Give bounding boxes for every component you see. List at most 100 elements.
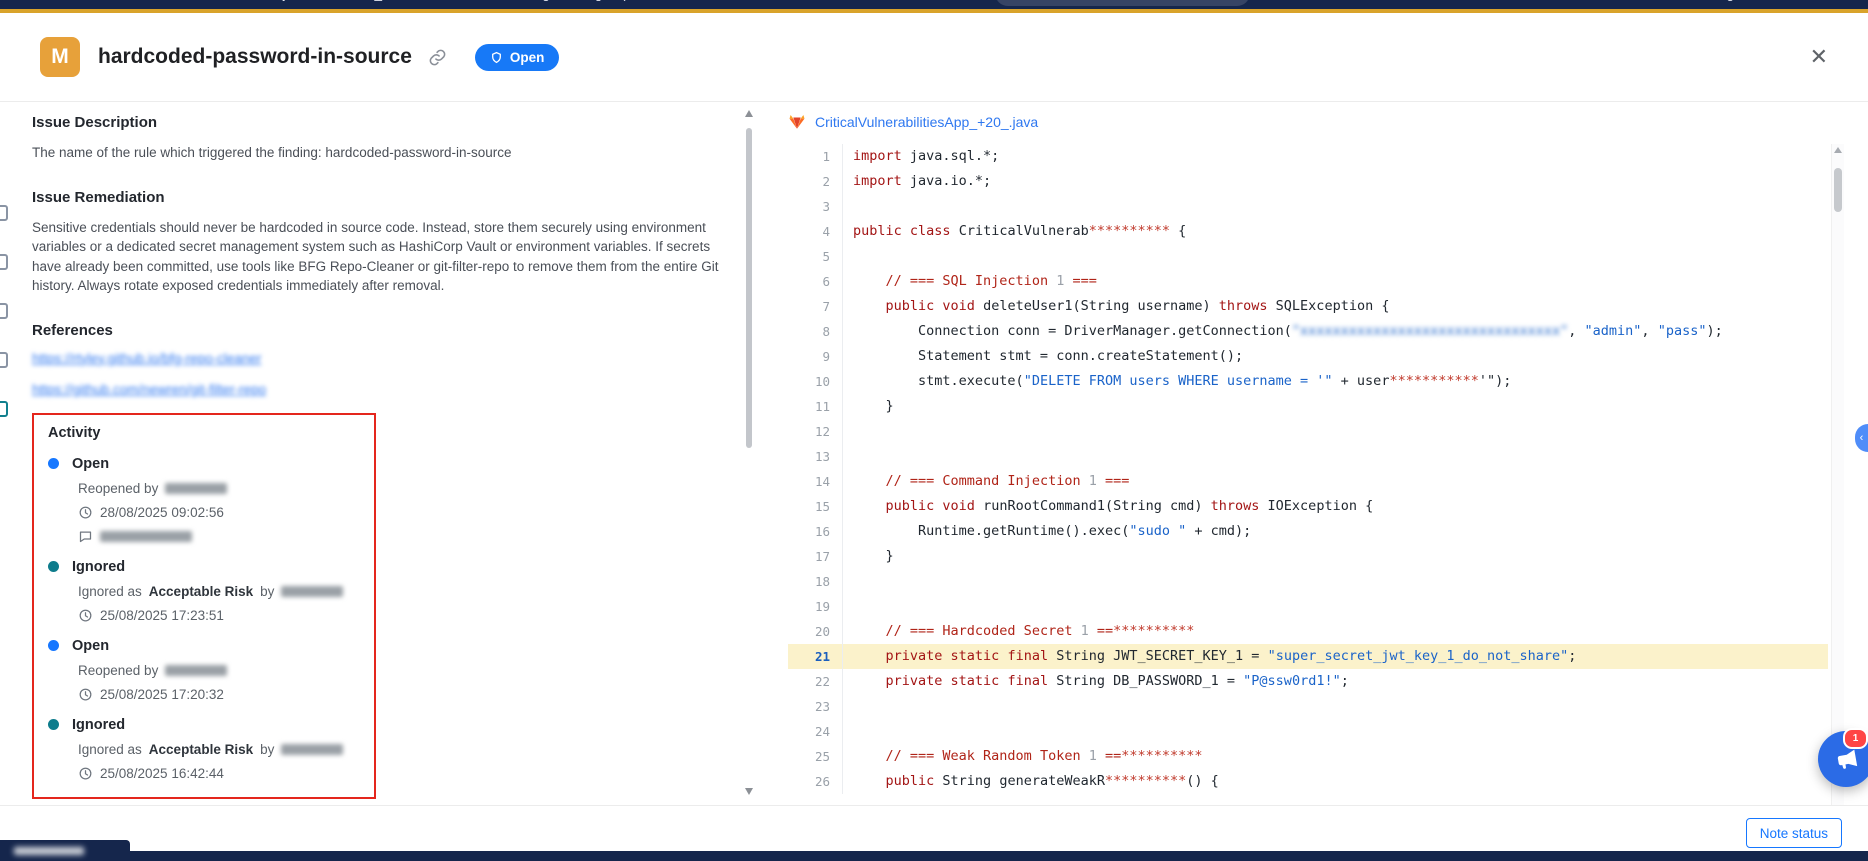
references-heading: References: [32, 322, 738, 339]
line-number[interactable]: 15: [788, 494, 842, 519]
code-text: [842, 694, 1828, 719]
shield-icon: [490, 51, 503, 64]
code-line: 21 private static final String JWT_SECRE…: [788, 644, 1828, 669]
code-text: public void runRootCommand1(String cmd) …: [842, 494, 1828, 519]
line-number[interactable]: 19: [788, 594, 842, 619]
code-text: }: [842, 544, 1828, 569]
notification-badge: 1: [1843, 728, 1868, 749]
code-line: 19: [788, 594, 1828, 619]
scroll-up-arrow[interactable]: [1834, 147, 1842, 153]
left-scrollbar-thumb[interactable]: [746, 128, 752, 448]
line-number[interactable]: 17: [788, 544, 842, 569]
line-number[interactable]: 2: [788, 169, 842, 194]
sidebar-icon-security[interactable]: [0, 401, 8, 417]
tenant-selector[interactable]: Tenant: XPLAT.DEV.TEST.ORG▾: [1357, 0, 1558, 9]
line-number[interactable]: 21: [788, 644, 842, 669]
code-filename-link[interactable]: CriticalVulnerabilitiesApp_+20_.java: [815, 114, 1038, 130]
search-input[interactable]: Search: [995, 0, 1250, 6]
code-line: 23: [788, 694, 1828, 719]
brand-logo[interactable]: FPT CLOUD: [52, 0, 154, 9]
issue-remediation-heading: Issue Remediation: [32, 189, 738, 206]
bottom-toast: [0, 840, 130, 861]
issue-description-heading: Issue Description: [32, 114, 738, 131]
activity-status-label: Open: [72, 638, 109, 654]
line-number[interactable]: 8: [788, 319, 842, 344]
side-drawer-handle[interactable]: ‹: [1855, 424, 1868, 452]
line-number[interactable]: 10: [788, 369, 842, 394]
line-number[interactable]: 23: [788, 694, 842, 719]
line-number[interactable]: 24: [788, 719, 842, 744]
search-placeholder: Search: [1028, 0, 1071, 1]
status-dot: [48, 561, 59, 572]
sidebar-icon[interactable]: [0, 303, 8, 319]
clock-icon: [78, 505, 93, 520]
line-number[interactable]: 9: [788, 344, 842, 369]
clock-icon: [78, 687, 93, 702]
line-number[interactable]: 1: [788, 144, 842, 169]
line-number[interactable]: 6: [788, 269, 842, 294]
divider: [0, 805, 1868, 806]
reference-link[interactable]: https://rtyley.github.io/bfg-repo-cleane…: [32, 351, 261, 366]
scroll-up-arrow[interactable]: [745, 110, 753, 117]
navbar-close-icon[interactable]: ✕: [20, 0, 32, 9]
code-text: stmt.execute("DELETE FROM users WHERE us…: [842, 369, 1828, 394]
redacted-user: [281, 744, 343, 755]
line-number[interactable]: 13: [788, 444, 842, 469]
code-text: [842, 569, 1828, 594]
line-number[interactable]: 12: [788, 419, 842, 444]
code-viewer-panel: CriticalVulnerabilitiesApp_+20_.java 1im…: [788, 108, 1844, 805]
line-number[interactable]: 18: [788, 569, 842, 594]
copy-link-icon[interactable]: [428, 48, 447, 67]
scroll-down-arrow[interactable]: [745, 788, 753, 795]
code-line: 11 }: [788, 394, 1828, 419]
line-number[interactable]: 14: [788, 469, 842, 494]
code-text: // === Hardcoded Secret 1 ==**********: [842, 619, 1828, 644]
activity-action-text: Reopened by: [78, 663, 158, 678]
activity-status-label: Open: [72, 456, 109, 472]
region-selector[interactable]: Region: Saigon (Vietn...▾: [525, 0, 678, 9]
activity-timestamp: 28/08/2025 09:02:56: [100, 505, 224, 520]
sidebar-icon[interactable]: [0, 254, 8, 270]
code-text: Statement stmt = conn.createStatement();: [842, 344, 1828, 369]
line-number[interactable]: 7: [788, 294, 842, 319]
line-number[interactable]: 4: [788, 219, 842, 244]
code-text: import java.io.*;: [842, 169, 1828, 194]
code-line: 7 public void deleteUser1(String usernam…: [788, 294, 1828, 319]
project-selector[interactable]: Project: PROJECT_XPL...▾: [262, 0, 430, 9]
code-line: 9 Statement stmt = conn.createStatement(…: [788, 344, 1828, 369]
activity-action-text: Reopened by: [78, 481, 158, 496]
note-status-button[interactable]: Note status: [1746, 818, 1842, 848]
left-scrollbar[interactable]: [745, 110, 753, 795]
line-number[interactable]: 26: [788, 769, 842, 794]
issue-description-text: The name of the rule which triggered the…: [32, 143, 738, 163]
activity-item: Open Reopened by 25/08/2025 17:20:32: [48, 638, 360, 702]
sidebar-icon[interactable]: [0, 352, 8, 368]
line-number[interactable]: 11: [788, 394, 842, 419]
line-number[interactable]: 16: [788, 519, 842, 544]
reference-link[interactable]: https://github.com/newren/git-filter-rep…: [32, 382, 266, 397]
code-line: 22 private static final String DB_PASSWO…: [788, 669, 1828, 694]
close-button[interactable]: ✕: [1810, 46, 1828, 68]
line-number[interactable]: 22: [788, 669, 842, 694]
language-selector[interactable]: English▾: [1690, 0, 1765, 9]
line-number[interactable]: 20: [788, 619, 842, 644]
line-number[interactable]: 5: [788, 244, 842, 269]
code-lines: 1import java.sql.*;2import java.io.*;34p…: [788, 144, 1828, 805]
activity-list: OpenReopened by28/08/2025 09:02:56Ignore…: [48, 456, 360, 781]
line-number[interactable]: 3: [788, 194, 842, 219]
code-text: Connection conn = DriverManager.getConne…: [842, 319, 1828, 344]
status-badge[interactable]: Open: [475, 44, 560, 71]
code-line: 26 public String generateWeakR**********…: [788, 769, 1828, 794]
announcements-button[interactable]: 1: [1818, 731, 1868, 787]
code-scrollbar-thumb[interactable]: [1834, 168, 1842, 212]
page-title: hardcoded-password-in-source: [98, 45, 412, 69]
line-number[interactable]: 25: [788, 744, 842, 769]
activity-timestamp: 25/08/2025 17:20:32: [100, 687, 224, 702]
issue-detail-panel: Issue Description The name of the rule w…: [32, 108, 738, 799]
code-line: 14 // === Command Injection 1 ===: [788, 469, 1828, 494]
sidebar-icon[interactable]: [0, 205, 8, 221]
code-line: 6 // === SQL Injection 1 ===: [788, 269, 1828, 294]
code-line: 25 // === Weak Random Token 1 ==********…: [788, 744, 1828, 769]
bottom-bar: [0, 851, 1868, 861]
code-scrollbar[interactable]: [1831, 144, 1844, 805]
